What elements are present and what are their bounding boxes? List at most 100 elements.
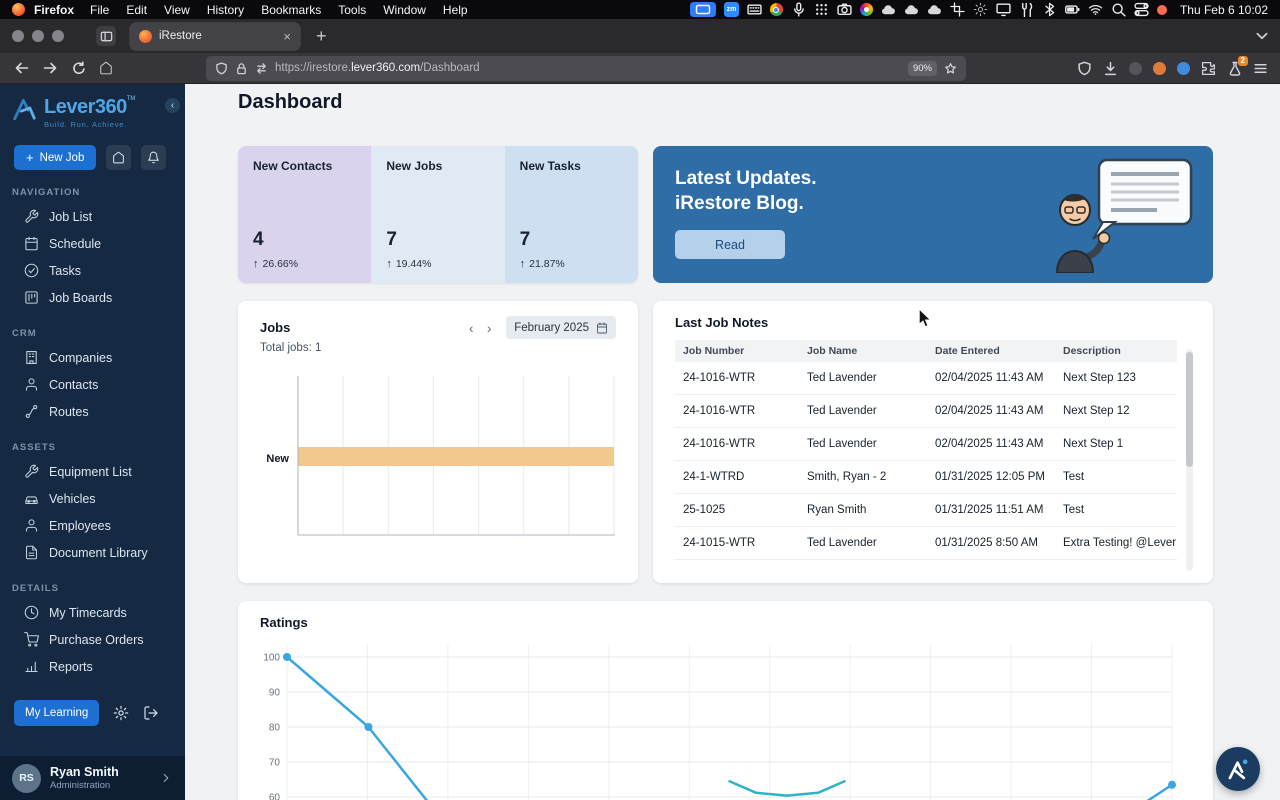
menu-history[interactable]: History — [207, 3, 244, 17]
home-shortcut-icon[interactable] — [106, 145, 132, 170]
permissions-shield-icon[interactable] — [1077, 61, 1092, 76]
utensils-icon[interactable] — [1019, 2, 1034, 17]
menu-hamburger-icon[interactable] — [1253, 61, 1268, 76]
table-scrollbar[interactable] — [1186, 349, 1193, 571]
menu-edit[interactable]: Edit — [126, 3, 147, 17]
sidebar-item-equipment-list[interactable]: Equipment List — [0, 458, 185, 485]
battery-icon[interactable] — [1065, 2, 1080, 17]
table-row[interactable]: 24-1-WTRD Smith, Ryan - 2 01/31/2025 12:05… — [675, 460, 1177, 494]
zoom-level-badge[interactable]: 90% — [907, 60, 937, 76]
bluetooth-icon[interactable] — [1042, 2, 1057, 17]
sidebar-item-contacts[interactable]: Contacts — [0, 371, 185, 398]
sidebar-item-companies[interactable]: Companies — [0, 344, 185, 371]
table-row[interactable]: 25-1025 Ryan Smith 01/31/2025 11:51 AM Test — [675, 493, 1177, 527]
column-header[interactable]: Date Entered — [927, 340, 1055, 362]
sidebar-item-tasks[interactable]: Tasks — [0, 257, 185, 284]
cloud-icon-2[interactable] — [904, 2, 919, 17]
tab-close-icon[interactable]: × — [283, 30, 291, 43]
control-center-icon[interactable] — [1134, 2, 1149, 17]
stat-card-new-contacts[interactable]: New Contacts 4 ↑ 26.66% — [238, 146, 372, 283]
sidebar-item-job-list[interactable]: Job List — [0, 203, 185, 230]
screen-share-icon[interactable] — [689, 2, 716, 17]
zoom-app-icon[interactable]: zm — [723, 2, 739, 17]
notifications-bell-icon[interactable] — [141, 145, 167, 170]
table-row[interactable]: 24-1016-WTR Ted Lavender 02/04/2025 11:43 … — [675, 427, 1177, 461]
forward-button[interactable] — [38, 56, 62, 80]
search-icon[interactable] — [1111, 2, 1126, 17]
sidebar-item-vehicles[interactable]: Vehicles — [0, 485, 185, 512]
chrome-icon[interactable] — [769, 3, 783, 16]
column-header[interactable]: Job Name — [799, 340, 927, 362]
extension-icon-dark[interactable] — [1129, 61, 1142, 75]
stat-card-new-tasks[interactable]: New Tasks 7 ↑ 21.87% — [504, 146, 638, 283]
scrollbar-thumb[interactable] — [1186, 352, 1193, 467]
sidebar-item-my-timecards[interactable]: My Timecards — [0, 599, 185, 626]
puzzle-extensions-icon[interactable] — [1201, 61, 1216, 76]
menubar-clock[interactable]: Thu Feb 6 10:02 — [1180, 3, 1268, 17]
back-button[interactable] — [10, 56, 34, 80]
mic-icon[interactable] — [791, 2, 806, 17]
photos-icon[interactable] — [859, 3, 873, 16]
gear-icon[interactable] — [973, 2, 988, 17]
close-window-button[interactable] — [12, 30, 24, 42]
camera-icon[interactable] — [837, 2, 852, 17]
next-month-button[interactable]: › — [480, 319, 498, 337]
menu-view[interactable]: View — [164, 3, 190, 17]
menu-window[interactable]: Window — [383, 3, 426, 17]
wifi-icon[interactable] — [1088, 2, 1103, 17]
crop-icon[interactable] — [950, 2, 965, 17]
reload-button[interactable] — [66, 56, 90, 80]
menu-tools[interactable]: Tools — [338, 3, 366, 17]
tab-irestore[interactable]: iRestore × — [130, 22, 300, 50]
download-icon[interactable] — [1103, 61, 1118, 76]
settings-gear-icon[interactable] — [113, 705, 129, 721]
sidebar-item-reports[interactable]: Reports — [0, 653, 185, 680]
address-bar[interactable]: https://irestore.lever360.com/Dashboard … — [206, 55, 966, 81]
shield-icon[interactable] — [215, 61, 228, 75]
zoom-window-button[interactable] — [52, 30, 64, 42]
table-row[interactable]: 24-1015-WTR Ted Lavender 01/31/2025 8:50 A… — [675, 526, 1177, 560]
sidebar-collapse-button[interactable]: ‹ — [165, 98, 180, 113]
menu-help[interactable]: Help — [443, 3, 468, 17]
new-tab-button[interactable]: + — [316, 27, 327, 45]
menu-file[interactable]: File — [90, 3, 109, 17]
month-picker[interactable]: February 2025 — [506, 316, 616, 339]
column-header[interactable]: Job Number — [675, 340, 799, 362]
my-learning-button[interactable]: My Learning — [14, 700, 100, 726]
menu-bookmarks[interactable]: Bookmarks — [261, 3, 321, 17]
translate-icon[interactable] — [255, 62, 268, 75]
prev-month-button[interactable]: ‹ — [462, 319, 480, 337]
url-text[interactable]: https://irestore.lever360.com/Dashboard — [275, 62, 901, 74]
keyboard-icon[interactable] — [747, 2, 762, 17]
cloud-icon-3[interactable] — [927, 2, 942, 17]
sign-out-icon[interactable] — [143, 705, 159, 721]
table-row[interactable]: 24-1016-WTR Ted Lavender 02/04/2025 11:43 … — [675, 394, 1177, 428]
display-icon[interactable] — [996, 2, 1011, 17]
chevron-right-icon[interactable] — [159, 771, 173, 785]
stat-card-new-jobs[interactable]: New Jobs 7 ↑ 19.44% — [371, 146, 505, 283]
read-button[interactable]: Read — [675, 230, 785, 259]
user-profile[interactable]: RS Ryan Smith Administration — [0, 756, 185, 800]
sidebar-item-schedule[interactable]: Schedule — [0, 230, 185, 257]
table-row[interactable]: 24-1016-WTR Ted Lavender 02/04/2025 11:43 … — [675, 362, 1177, 395]
extension-icon-blue[interactable] — [1177, 61, 1190, 75]
launchpad-icon[interactable] — [814, 2, 829, 17]
sidebar-item-document-library[interactable]: Document Library — [0, 539, 185, 566]
extension-icon-orange[interactable] — [1153, 61, 1166, 75]
lock-icon[interactable] — [235, 62, 248, 75]
sidebar-item-purchase-orders[interactable]: Purchase Orders — [0, 626, 185, 653]
sidebar-item-routes[interactable]: Routes — [0, 398, 185, 425]
new-job-button[interactable]: + New Job — [14, 145, 97, 170]
bookmark-star-icon[interactable] — [944, 62, 957, 75]
firefox-view-icon[interactable] — [96, 26, 116, 46]
sidebar-item-employees[interactable]: Employees — [0, 512, 185, 539]
home-button[interactable] — [94, 56, 118, 80]
sidebar-item-job-boards[interactable]: Job Boards — [0, 284, 185, 311]
containers-icon[interactable]: 2 — [1227, 55, 1248, 76]
list-tabs-icon[interactable] — [1254, 28, 1270, 44]
menu-app-name[interactable]: Firefox — [34, 3, 74, 17]
cloud-icon-1[interactable] — [881, 2, 896, 17]
help-chat-button[interactable] — [1216, 747, 1260, 791]
column-header[interactable]: Description — [1055, 340, 1177, 362]
minimize-window-button[interactable] — [32, 30, 44, 42]
